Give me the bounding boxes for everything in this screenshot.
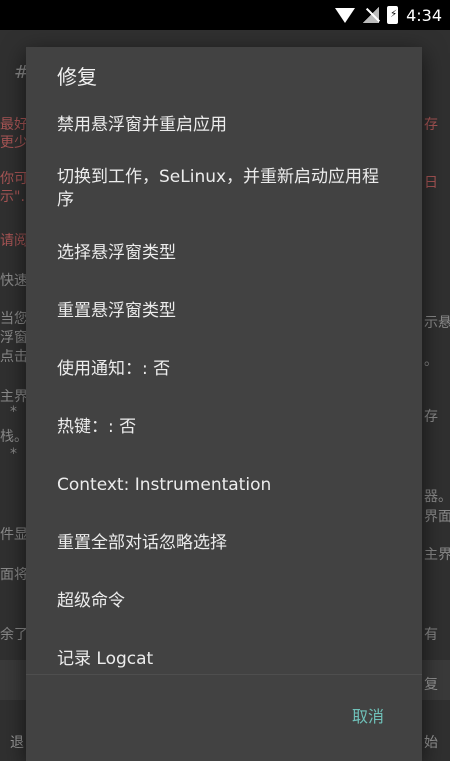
- bg-text: 有: [424, 627, 438, 643]
- bg-text: 主界: [424, 547, 450, 563]
- menu-item-select-overlay-type[interactable]: 选择悬浮窗类型: [26, 224, 422, 282]
- repair-dialog: 修复 禁用悬浮窗并重启应用 切换到工作，SeLinux，并重新启动应用程序 选择…: [26, 47, 422, 761]
- bg-text: 器。: [424, 489, 450, 505]
- bg-text: 点击: [0, 349, 28, 365]
- bg-text: 余了: [0, 627, 28, 643]
- menu-item-reset-overlay-type[interactable]: 重置悬浮窗类型: [26, 282, 422, 340]
- dialog-title: 修复: [57, 65, 97, 89]
- bg-text: 存: [424, 117, 438, 133]
- menu-item-super-command[interactable]: 超级命令: [26, 572, 422, 630]
- bg-text: 件显: [0, 527, 28, 543]
- battery-icon: ⚡: [387, 6, 399, 24]
- status-time: 4:34: [406, 5, 442, 25]
- bg-text: 示悬: [424, 315, 450, 331]
- menu-item-context[interactable]: Context: Instrumentation: [26, 456, 422, 514]
- bg-text: 栈。: [0, 429, 28, 445]
- menu-item-reset-dialog-ignore[interactable]: 重置全部对话忽略选择: [26, 514, 422, 572]
- bg-text: 主界: [0, 389, 28, 405]
- bg-text: 日: [424, 175, 438, 191]
- bg-text: 浮窗: [0, 330, 28, 346]
- bg-text: *: [10, 404, 17, 420]
- bg-text: 示".: [0, 189, 25, 205]
- menu-list: 禁用悬浮窗并重启应用 切换到工作，SeLinux，并重新启动应用程序 选择悬浮窗…: [26, 96, 422, 688]
- bg-text: 面将: [0, 567, 28, 583]
- bg-text: 当您: [0, 311, 28, 327]
- wifi-icon: [335, 7, 356, 23]
- status-bar: ⚡ 4:34: [0, 0, 450, 30]
- bg-text: 请阅: [0, 233, 28, 249]
- menu-item-hotkey[interactable]: 热键：: 否: [26, 398, 422, 456]
- bg-text: 退: [10, 735, 24, 751]
- bg-text: 存: [424, 409, 438, 425]
- menu-item-switch-work-selinux[interactable]: 切换到工作，SeLinux，并重新启动应用程序: [26, 154, 422, 224]
- bg-text: 最好: [0, 117, 28, 133]
- cancel-button[interactable]: 取消: [352, 703, 384, 727]
- bg-text: 快速: [0, 273, 28, 289]
- bg-text: 界面: [424, 509, 450, 525]
- dialog-footer: 取消: [26, 674, 422, 761]
- bg-text: 始: [424, 735, 438, 751]
- bg-text: *: [10, 446, 17, 462]
- bg-text: 复: [424, 677, 438, 693]
- menu-item-disable-overlay-restart[interactable]: 禁用悬浮窗并重启应用: [26, 96, 422, 154]
- bg-text: 。: [424, 353, 438, 369]
- menu-item-use-notification[interactable]: 使用通知：: 否: [26, 340, 422, 398]
- bg-text: 更少: [0, 135, 28, 151]
- bg-text: 你可: [0, 171, 28, 187]
- cellular-signal-icon: [363, 7, 380, 23]
